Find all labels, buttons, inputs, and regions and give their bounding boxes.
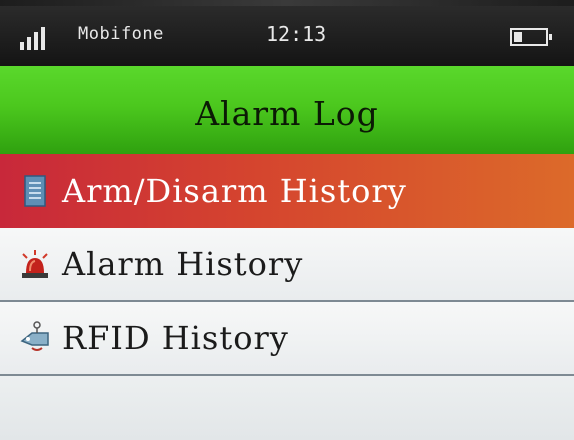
carrier-name: Mobifone <box>78 24 164 44</box>
menu-item-label: Alarm History <box>62 245 304 283</box>
status-clock: 12:13 <box>266 22 327 46</box>
battery-icon <box>510 28 552 46</box>
battery-level <box>514 32 522 42</box>
title-bar: Alarm Log <box>0 66 574 154</box>
page-title: Alarm Log <box>195 93 379 133</box>
menu-item-arm-disarm-history[interactable]: Arm/Disarm History <box>0 154 574 228</box>
menu-item-label: Arm/Disarm History <box>62 172 407 210</box>
signal-bars-icon <box>20 26 54 50</box>
menu-item-rfid-history[interactable]: RFID History <box>0 302 574 376</box>
status-bar: Mobifone 12:13 <box>0 6 574 66</box>
menu-item-alarm-history[interactable]: Alarm History <box>0 228 574 302</box>
document-icon <box>18 174 52 208</box>
menu-item-label: RFID History <box>62 319 289 357</box>
alarm-siren-icon <box>18 247 52 281</box>
menu-list: Arm/Disarm History Alarm History RFID Hi… <box>0 154 574 376</box>
empty-list-area <box>0 376 574 440</box>
device-screen: Mobifone 12:13 Alarm Log Arm/Disarm Hist… <box>0 0 574 440</box>
rfid-tag-icon <box>18 321 52 355</box>
